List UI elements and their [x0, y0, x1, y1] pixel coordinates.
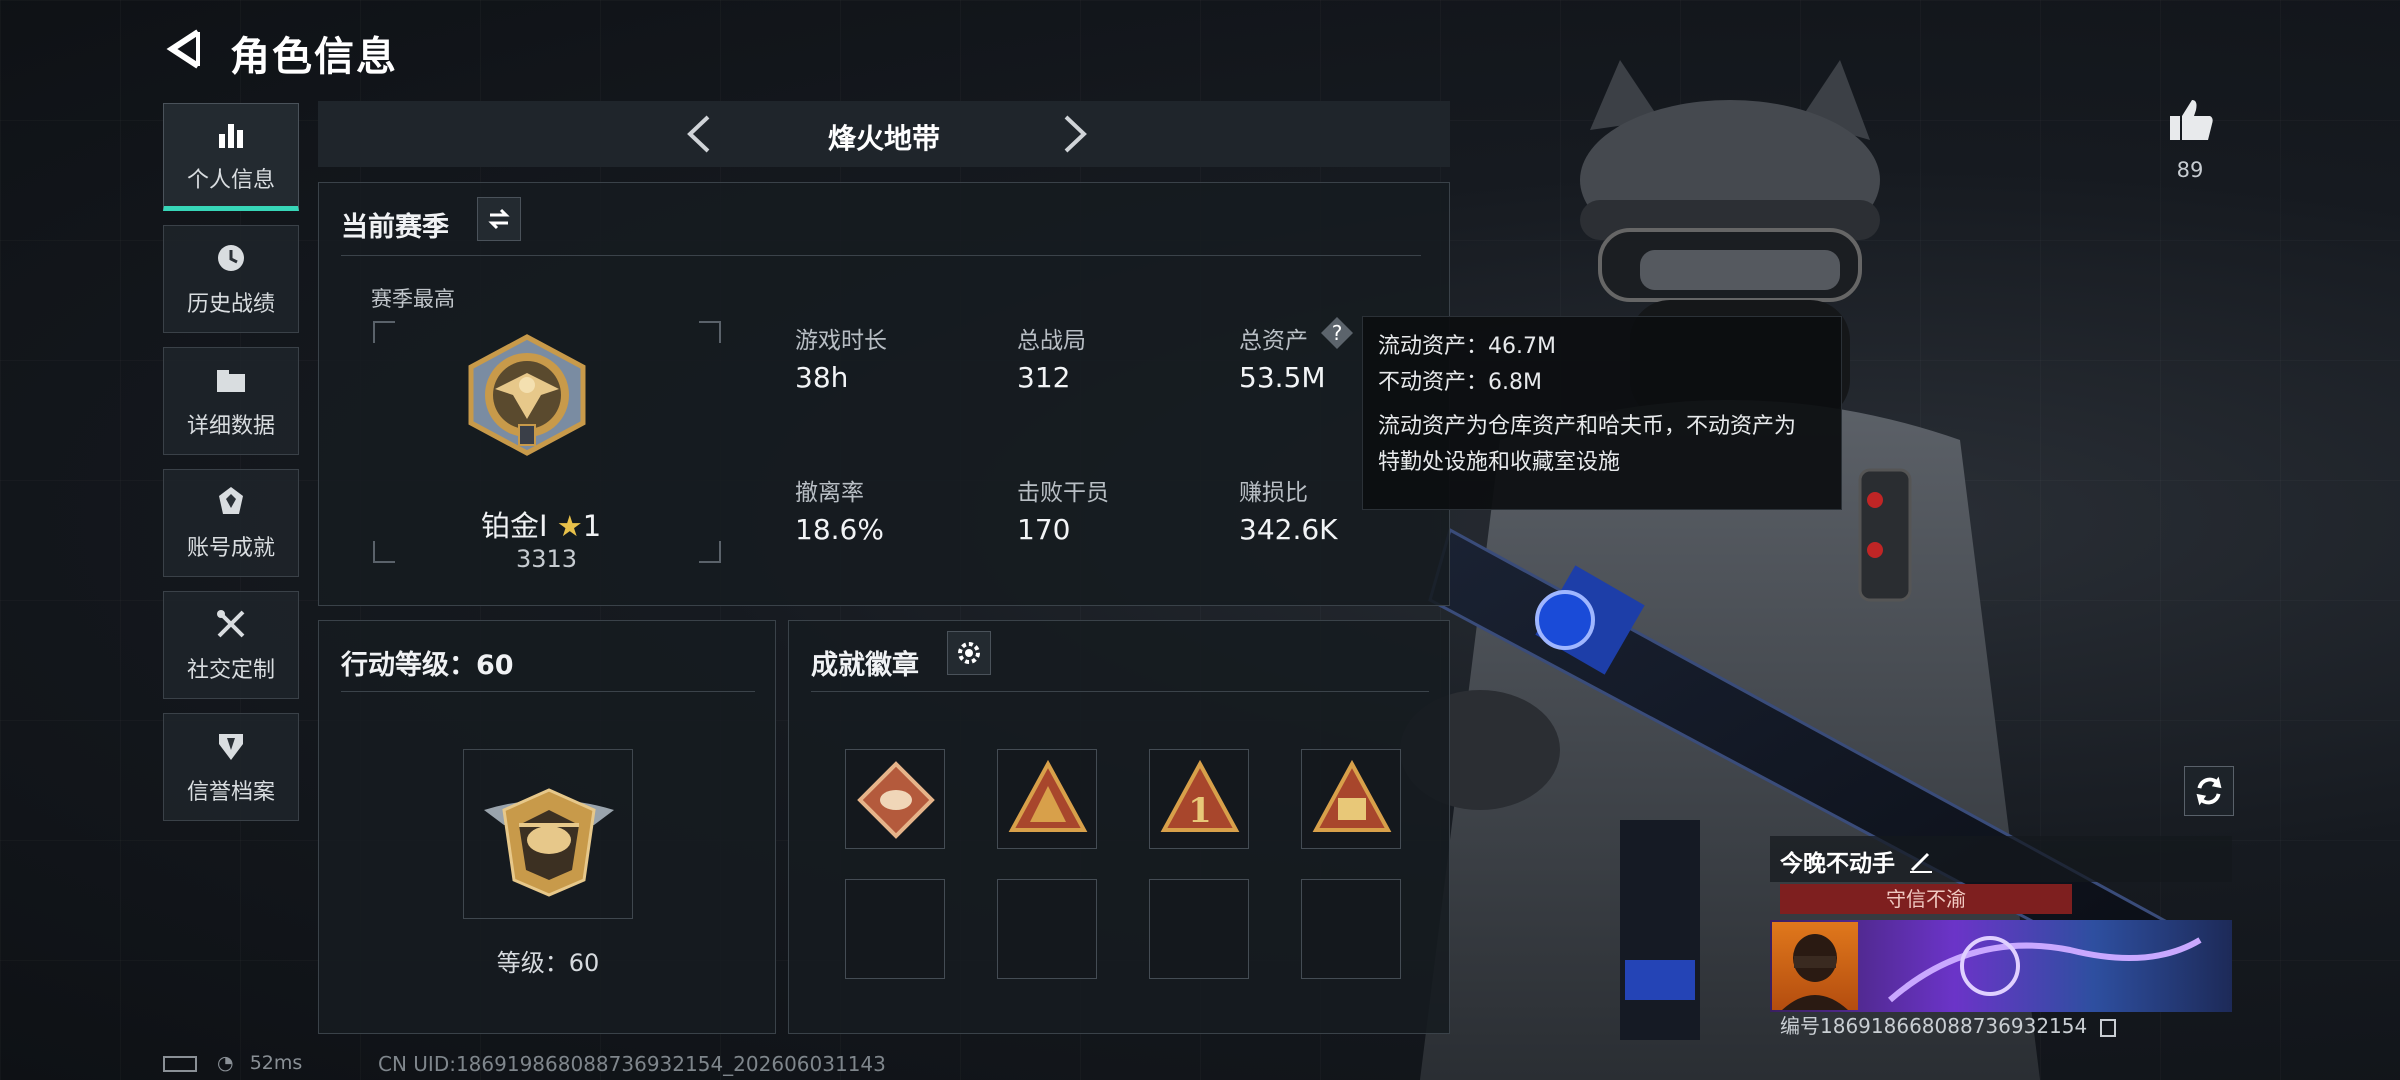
- tooltip-desc-2: 特勤处设施和收藏室设施: [1378, 450, 1621, 475]
- like-count: 89: [2176, 158, 2204, 182]
- stat-label-playtime: 游戏时长: [795, 328, 887, 354]
- stat-value-playtime: 38h: [795, 361, 849, 394]
- medal-icon: [219, 487, 243, 514]
- season-best-label: 赛季最高: [371, 287, 455, 311]
- nav-label: 个人信息: [186, 168, 275, 193]
- ping-text: 52ms: [249, 1052, 303, 1074]
- stat-value-matches: 312: [1017, 361, 1071, 394]
- page-title: 角色信息: [230, 34, 398, 80]
- stat-value-kills: 170: [1017, 513, 1071, 546]
- nav-label: 信誉档案: [186, 780, 275, 805]
- clock-icon: [218, 245, 244, 271]
- rank-stars: 1: [582, 509, 602, 543]
- badge-slot-empty[interactable]: [1149, 879, 1249, 979]
- wrench-icon: [217, 610, 245, 638]
- nav-item-reputation[interactable]: 信誉档案: [163, 713, 299, 821]
- rank-name: 铂金I ★1: [481, 503, 601, 545]
- player-id-text: 编号18691866808873693215​4: [1780, 1014, 2088, 1038]
- rank-score: 3313: [516, 545, 578, 573]
- achievements-panel: 成就徽章 1: [788, 620, 1450, 1034]
- swap-icon: [488, 208, 510, 230]
- nav-label: 历史战绩: [186, 292, 275, 317]
- badge-slot[interactable]: 1: [1149, 749, 1249, 849]
- copy-icon[interactable]: [2099, 1018, 2116, 1037]
- badge-slot-empty[interactable]: [997, 879, 1097, 979]
- helicopter-emblem: [484, 788, 614, 897]
- tooltip-fixed: 不动资产：6.8M: [1378, 370, 1542, 395]
- wifi-icon: ◔: [217, 1052, 234, 1074]
- status-bar: ◔ 52ms: [163, 1052, 302, 1074]
- stat-label-profit-ratio: 赚损比: [1239, 480, 1308, 506]
- thumbs-up-icon[interactable]: [2166, 96, 2216, 146]
- assets-tooltip: 流动资产：46.7M 不动资产：6.8M 流动资产为仓库资产和哈夫币，不动资产为…: [1362, 316, 1842, 510]
- player-card[interactable]: 今晚不动手 守信不渝: [1770, 836, 2232, 1016]
- triangle-badge-icon: [1008, 759, 1088, 832]
- divider: [341, 691, 755, 692]
- nav-label: 账号成就: [186, 536, 275, 561]
- badge-slot[interactable]: [845, 749, 945, 849]
- level-emblem-frame: [463, 749, 633, 919]
- nav-item-detailed-data[interactable]: 详细数据: [163, 347, 299, 455]
- next-mode-button[interactable]: [1050, 111, 1096, 157]
- player-name: 今晚不动手: [1780, 851, 1895, 877]
- svg-text:?: ?: [1332, 321, 1343, 345]
- help-icon[interactable]: ?: [1319, 315, 1355, 351]
- badge-slot[interactable]: [997, 749, 1097, 849]
- nav-item-personal-info[interactable]: 个人信息: [163, 103, 299, 211]
- gear-icon: [958, 642, 980, 664]
- stat-value-extraction: 18.6%: [795, 513, 884, 546]
- frame-corner: [699, 541, 721, 563]
- stat-value-assets: 53.5M: [1239, 361, 1326, 394]
- star-icon: ★: [556, 509, 583, 543]
- svg-text:1: 1: [1188, 791, 1212, 831]
- achievement-settings-button[interactable]: [947, 631, 991, 675]
- badge-slot-empty[interactable]: [1301, 879, 1401, 979]
- stat-label-matches: 总战局: [1017, 328, 1086, 354]
- achievements-title: 成就徽章: [811, 650, 919, 681]
- badge-slot-empty[interactable]: [845, 879, 945, 979]
- tooltip-liquid: 流动资产：46.7M: [1378, 334, 1556, 359]
- divider: [341, 255, 1421, 256]
- badge-slot[interactable]: [1301, 749, 1401, 849]
- stat-label-kills: 击败干员: [1017, 480, 1109, 506]
- nav-item-social[interactable]: 社交定制: [163, 591, 299, 699]
- battery-icon: [163, 1055, 197, 1072]
- stat-label-extraction: 撤离率: [795, 480, 864, 506]
- nav-item-history[interactable]: 历史战绩: [163, 225, 299, 333]
- mode-title: 烽火地带: [827, 122, 940, 155]
- player-avatar: [1772, 922, 1858, 1010]
- folder-icon: [217, 370, 245, 392]
- uid-text: CN UID:186919868088736932154_20260603114…: [378, 1052, 886, 1076]
- stat-label-assets: 总资产: [1239, 328, 1308, 354]
- nav-item-achievements[interactable]: 账号成就: [163, 469, 299, 577]
- stat-value-profit-ratio: 342.6K: [1239, 513, 1338, 546]
- season-panel: 当前赛季 赛季最高 铂金I ★1 3313 游戏时长 38h 总战局 312 总…: [318, 182, 1450, 606]
- back-button[interactable]: [160, 24, 210, 74]
- squad-badge-icon: [1312, 759, 1392, 832]
- frame-corner: [699, 321, 721, 343]
- mode-selector: 烽火地带: [318, 101, 1450, 167]
- action-level-panel: 行动等级：60 等级：60: [318, 620, 776, 1034]
- season-title: 当前赛季: [341, 212, 449, 243]
- level-text: 等级：60: [496, 949, 600, 977]
- first-place-badge-icon: 1: [1160, 759, 1240, 832]
- player-title-badge: 守信不渝: [1780, 884, 2072, 914]
- edit-icon[interactable]: [1908, 848, 1934, 874]
- nav-label: 详细数据: [186, 414, 275, 439]
- player-id: 编号18691866808873693215​4: [1780, 1010, 2116, 1039]
- dino-badge-icon: [857, 761, 935, 839]
- switch-season-button[interactable]: [477, 197, 521, 241]
- rank-name-text: 铂金I: [481, 509, 548, 543]
- frame-corner: [373, 541, 395, 563]
- tooltip-desc-1: 流动资产为仓库资产和哈夫币，不动资产为: [1378, 414, 1797, 439]
- refresh-button[interactable]: [2184, 766, 2234, 816]
- rank-emblem: [468, 334, 586, 456]
- frame-corner: [373, 321, 395, 343]
- nav-label: 社交定制: [186, 658, 275, 683]
- action-level-title: 行动等级：60: [341, 650, 514, 681]
- divider: [811, 691, 1429, 692]
- avatar-icon: [1782, 934, 1848, 1010]
- bar-chart-icon: [219, 124, 243, 148]
- shield-icon: [219, 734, 243, 760]
